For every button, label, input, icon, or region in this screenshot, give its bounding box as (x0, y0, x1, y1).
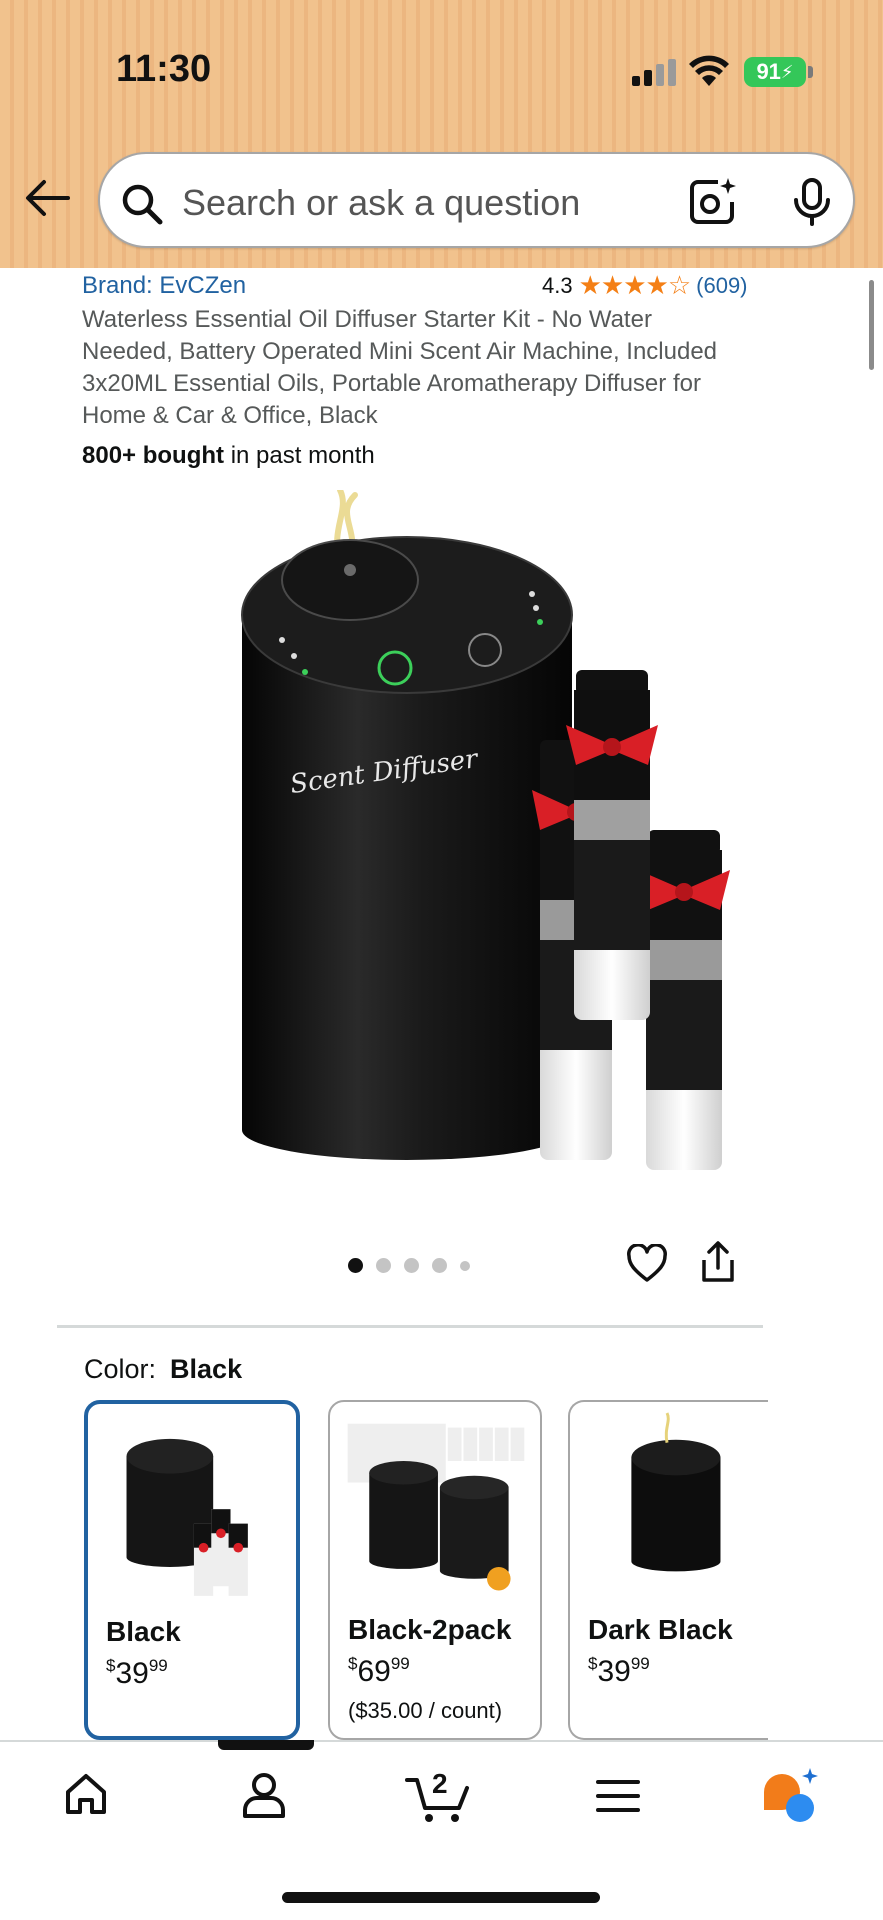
signal-icon (632, 59, 676, 86)
swatch-price: $3999 (588, 1654, 650, 1689)
swatch-price-cents: 99 (630, 1654, 650, 1673)
share-icon[interactable] (700, 1240, 736, 1284)
menu-icon[interactable] (596, 1778, 640, 1814)
swatch-price-dollars: 69 (357, 1655, 391, 1688)
swatch-price-dollars: 39 (115, 1657, 149, 1690)
color-swatch-dark-black[interactable]: Dark Black $3999 (568, 1400, 768, 1740)
battery-tip (808, 66, 813, 78)
color-label: Color: Black (84, 1354, 242, 1385)
back-arrow-icon[interactable] (24, 176, 72, 220)
bought-in-past-month: 800+ bought in past month (82, 442, 375, 470)
color-swatch-black-2pack[interactable]: Black-2pack $6999 ($35.00 / count) (328, 1400, 542, 1740)
color-swatch-black[interactable]: Black $3999 (84, 1400, 300, 1740)
microphone-icon[interactable] (790, 176, 834, 228)
pager-dot[interactable] (460, 1260, 470, 1271)
pager-dot[interactable] (376, 1258, 391, 1273)
image-pager[interactable] (348, 1258, 470, 1273)
search-bar[interactable]: Search or ask a question (98, 152, 855, 248)
home-indicator[interactable] (282, 1892, 600, 1903)
brand-link[interactable]: Brand: EvCZen (82, 272, 246, 300)
pager-dot[interactable] (432, 1258, 447, 1273)
color-label-text: Color: (84, 1354, 157, 1384)
rating-value: 4.3 (542, 272, 573, 298)
camera-lens-icon[interactable] (688, 176, 738, 226)
swatch-image (631, 1412, 721, 1572)
rating-summary[interactable]: 4.3 ★★★★☆ (609) (542, 270, 748, 301)
charging-icon: ⚡ (780, 61, 794, 82)
divider (57, 1325, 763, 1328)
tab-indicator (218, 1740, 314, 1750)
scrollbar[interactable] (869, 280, 874, 370)
product-page: 11:30 91 ⚡ Search or ask a question Bran… (0, 0, 883, 1920)
price-per-count: ($35.00 / count) (348, 1698, 503, 1723)
rufus-assistant-icon[interactable] (760, 1766, 820, 1826)
search-icon (122, 184, 163, 225)
swatch-name: Black (106, 1616, 181, 1647)
cart-count-badge: 2 (432, 1768, 448, 1799)
swatch-name: Black-2pack (348, 1614, 512, 1645)
review-count[interactable]: (609) (696, 273, 747, 299)
product-title: Waterless Essential Oil Diffuser Starter… (82, 306, 718, 429)
battery-indicator: 91 ⚡ (744, 57, 806, 87)
bought-count: 800+ bought (82, 442, 225, 469)
pager-dot[interactable] (404, 1258, 419, 1273)
search-input[interactable]: Search or ask a question (182, 182, 580, 224)
status-time: 11:30 (116, 48, 212, 90)
product-image[interactable]: Scent Diffuser (160, 490, 765, 1190)
swatch-price-cents: 99 (390, 1654, 410, 1673)
account-icon[interactable] (240, 1770, 288, 1820)
swatch-image (126, 1438, 248, 1596)
header: 11:30 91 ⚡ Search or ask a question (0, 0, 883, 268)
swatch-name: Dark Black (588, 1614, 733, 1645)
home-icon[interactable] (62, 1770, 110, 1818)
swatch-price-cents: 99 (148, 1656, 168, 1675)
star-rating-icon: ★★★★☆ (578, 270, 692, 300)
swatch-price: $3999 (106, 1656, 168, 1691)
wifi-icon (689, 55, 729, 86)
swatch-price: $6999 (348, 1654, 410, 1689)
bought-suffix: in past month (224, 442, 375, 469)
selected-color: Black (170, 1354, 243, 1384)
swatch-price-dollars: 39 (597, 1655, 631, 1688)
battery-level: 91 (756, 59, 781, 84)
swatch-image (347, 1423, 525, 1591)
pager-dot[interactable] (348, 1258, 363, 1273)
heart-icon[interactable] (626, 1244, 668, 1284)
